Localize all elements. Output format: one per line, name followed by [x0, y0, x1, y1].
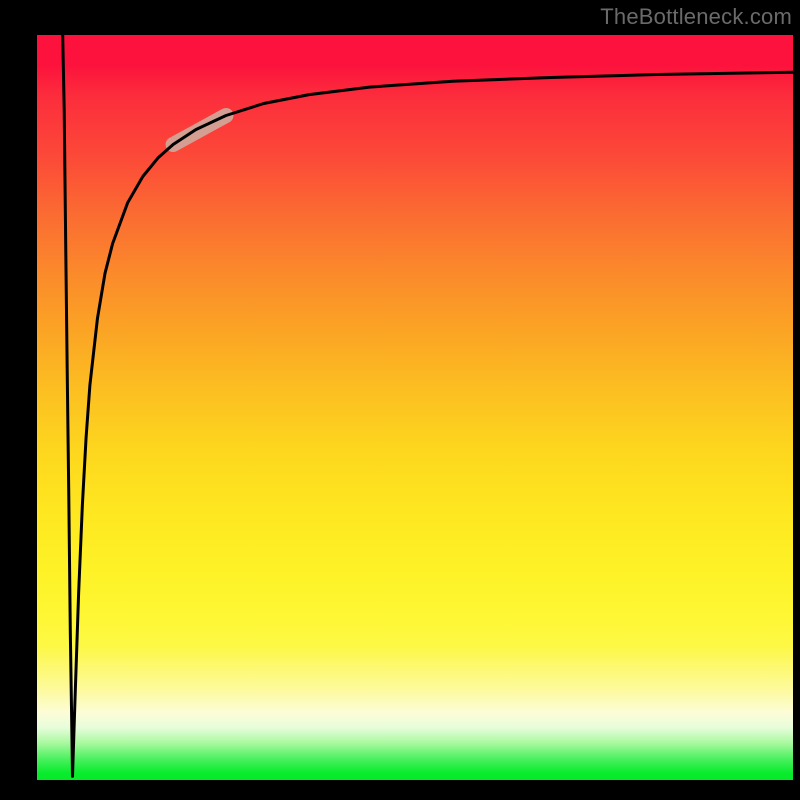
watermark-text: TheBottleneck.com [600, 4, 792, 30]
plot-area [37, 35, 793, 780]
chart-canvas: TheBottleneck.com [0, 0, 800, 800]
